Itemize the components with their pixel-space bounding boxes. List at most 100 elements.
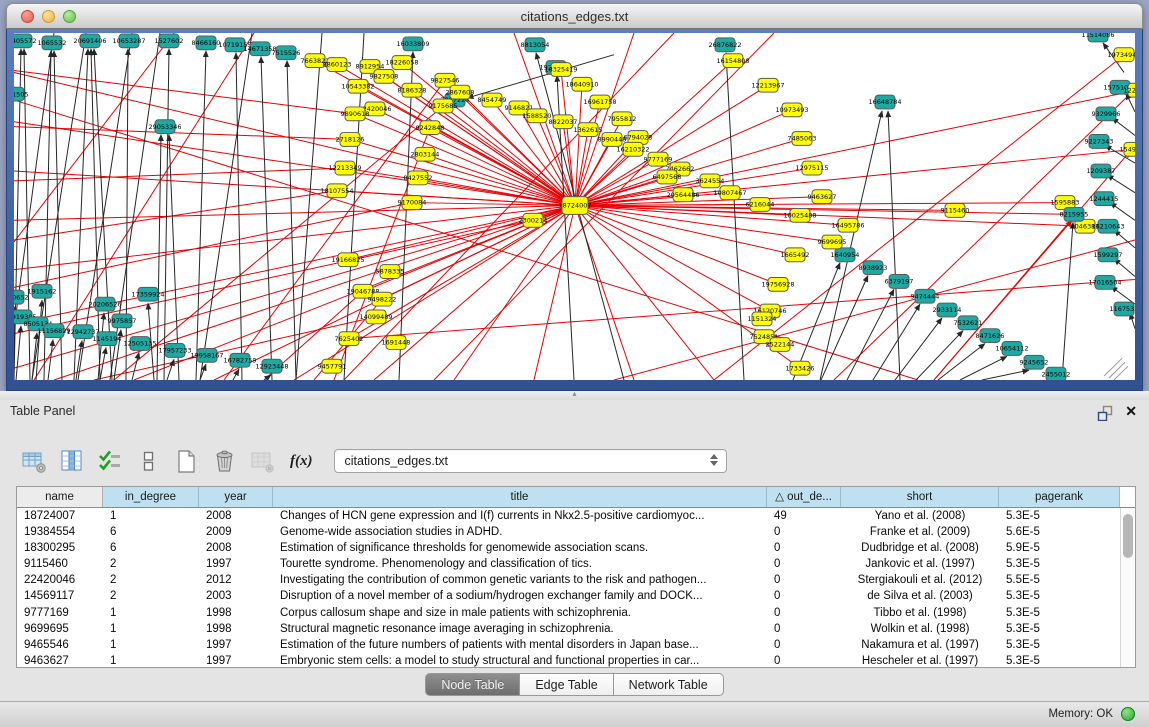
table-select[interactable]: citations_edges.txt: [334, 449, 727, 473]
network-node[interactable]: 9245652: [1020, 355, 1049, 369]
network-node[interactable]: 12213967: [751, 78, 784, 92]
network-node[interactable]: 6216044: [746, 198, 775, 212]
network-node[interactable]: 20691406: [73, 34, 106, 48]
close-panel-button[interactable]: ✕: [1125, 403, 1137, 420]
network-window-titlebar[interactable]: citations_edges.txt: [6, 3, 1143, 29]
network-node[interactable]: 19958167: [190, 348, 223, 362]
network-node[interactable]: 8215955: [1060, 207, 1089, 221]
network-node[interactable]: 9827508: [370, 69, 399, 83]
network-node[interactable]: 8466160: [192, 36, 221, 50]
network-node[interactable]: 7485063: [788, 132, 817, 146]
network-node[interactable]: 2933114: [933, 303, 962, 317]
network-node[interactable]: 1527602: [155, 34, 184, 48]
network-node[interactable]: 12923448: [255, 359, 288, 373]
network-canvas[interactable]: 18724007 24055721065532 20691406 10653287 15…: [14, 33, 1135, 380]
show-columns-icon[interactable]: [60, 449, 85, 474]
table-row[interactable]: 946362711997Embryonic stem cells: a mode…: [17, 653, 1120, 667]
network-node[interactable]: 16154808: [716, 54, 749, 68]
network-node[interactable]: 2718126: [336, 133, 365, 147]
network-node[interactable]: 2867608: [446, 85, 475, 99]
network-node[interactable]: 1151324: [748, 312, 777, 326]
rows-icon[interactable]: [136, 449, 161, 474]
table-row[interactable]: 2242004622012Investigating the contribut…: [17, 572, 1120, 588]
table-row[interactable]: 969969511998Structural magnetic resonanc…: [17, 621, 1120, 637]
network-node[interactable]: 8454749: [478, 93, 507, 107]
network-node[interactable]: 9699695: [818, 235, 847, 249]
network-node[interactable]: 9777169: [644, 152, 673, 166]
panel-splitter[interactable]: ▴: [0, 391, 1149, 400]
network-node[interactable]: 10025488: [783, 208, 816, 222]
new-column-icon[interactable]: [174, 449, 199, 474]
network-node[interactable]: 1588520: [523, 109, 552, 123]
network-node[interactable]: 9474444: [911, 289, 940, 303]
column-header-title[interactable]: title: [273, 487, 767, 507]
network-node[interactable]: 10653287: [112, 34, 145, 48]
column-header-in-degree[interactable]: in_degree: [103, 487, 199, 507]
network-node[interactable]: 9975857: [108, 314, 137, 328]
network-node[interactable]: 7532621: [954, 316, 983, 330]
network-node[interactable]: 9170084: [398, 196, 427, 210]
network-node[interactable]: 1915162: [28, 284, 57, 298]
network-node[interactable]: 8813054: [521, 38, 550, 52]
network-node[interactable]: 19734943: [1107, 48, 1135, 62]
network-node[interactable]: 9463627: [808, 190, 837, 204]
network-node[interactable]: 1145194: [93, 332, 122, 346]
network-node[interactable]: 2405572: [14, 34, 36, 48]
table-row[interactable]: 1938455462009Genome-wide association stu…: [17, 524, 1120, 540]
column-header-pagerank[interactable]: pagerank: [999, 487, 1120, 507]
network-node[interactable]: 1599297: [1094, 248, 1123, 262]
network-node[interactable]: 17016504: [1088, 276, 1121, 290]
network-node[interactable]: 1691448: [382, 336, 411, 350]
network-node[interactable]: 18226058: [385, 56, 418, 70]
network-node[interactable]: 1549403: [1120, 142, 1135, 156]
network-node[interactable]: 1362615: [574, 123, 603, 137]
tab-edge-table[interactable]: Edge Table: [520, 673, 613, 696]
network-node[interactable]: 10654112: [995, 342, 1028, 356]
network-node[interactable]: 8471626: [976, 329, 1005, 343]
network-node[interactable]: 1733426: [786, 361, 815, 375]
delete-column-icon[interactable]: [212, 449, 237, 474]
network-node[interactable]: 5878335: [376, 265, 405, 279]
column-header-year[interactable]: year: [199, 487, 273, 507]
network-node[interactable]: 2803144: [411, 147, 440, 161]
network-node[interactable]: 1640954: [831, 248, 860, 262]
network-node[interactable]: 19166825: [331, 253, 364, 267]
network-node[interactable]: 9457791: [318, 359, 347, 373]
function-builder-icon[interactable]: f(x): [288, 453, 315, 470]
network-node[interactable]: 1665492: [781, 248, 810, 262]
network-node[interactable]: 17359924: [131, 287, 164, 301]
network-node[interactable]: 16782759: [223, 353, 256, 367]
network-node[interactable]: 7515526: [272, 46, 301, 60]
column-header-out-de[interactable]: △ out_de...: [767, 487, 841, 507]
network-node[interactable]: 16648784: [868, 95, 901, 109]
network-node[interactable]: 16210643: [1091, 219, 1124, 233]
network-node[interactable]: 9329966: [1092, 107, 1121, 121]
network-node[interactable]: 9115460: [941, 204, 970, 218]
network-node[interactable]: 1065532: [38, 36, 67, 50]
network-node[interactable]: 9242848: [416, 121, 445, 135]
network-node[interactable]: 9175685: [429, 99, 458, 113]
network-node[interactable]: 2455012: [1042, 367, 1071, 380]
network-node[interactable]: 9890618: [341, 107, 370, 121]
network-node[interactable]: 1167533: [1110, 302, 1135, 316]
network-node[interactable]: 16033809: [396, 37, 429, 51]
network-node[interactable]: 11514086: [1081, 33, 1114, 42]
network-node[interactable]: 8938923: [859, 261, 888, 275]
network-node[interactable]: 18724007: [558, 197, 591, 215]
table-row[interactable]: 977716911998Corpus callosum shape and si…: [17, 605, 1120, 621]
column-check-icon[interactable]: [98, 449, 123, 474]
network-node[interactable]: 18640910: [565, 77, 598, 91]
network-node[interactable]: 8427552: [404, 171, 433, 185]
table-row[interactable]: 1456911722003Disruption of a novel membe…: [17, 588, 1120, 604]
network-node[interactable]: 1244415: [1090, 192, 1119, 206]
network-node[interactable]: 7625402: [335, 332, 364, 346]
table-row[interactable]: 911546021997Tourette syndrome. Phenomeno…: [17, 556, 1120, 572]
table-mode-icon[interactable]: [22, 449, 47, 474]
table-row[interactable]: 946554611997Estimation of the future num…: [17, 637, 1120, 653]
network-node[interactable]: 9227343: [1085, 135, 1114, 149]
table-scrollbar[interactable]: [1120, 508, 1135, 667]
scrollbar-thumb[interactable]: [1123, 514, 1133, 558]
network-node[interactable]: 7955812: [608, 112, 637, 126]
network-node[interactable]: 18107554: [320, 184, 353, 198]
network-node[interactable]: 2620652: [14, 290, 28, 304]
